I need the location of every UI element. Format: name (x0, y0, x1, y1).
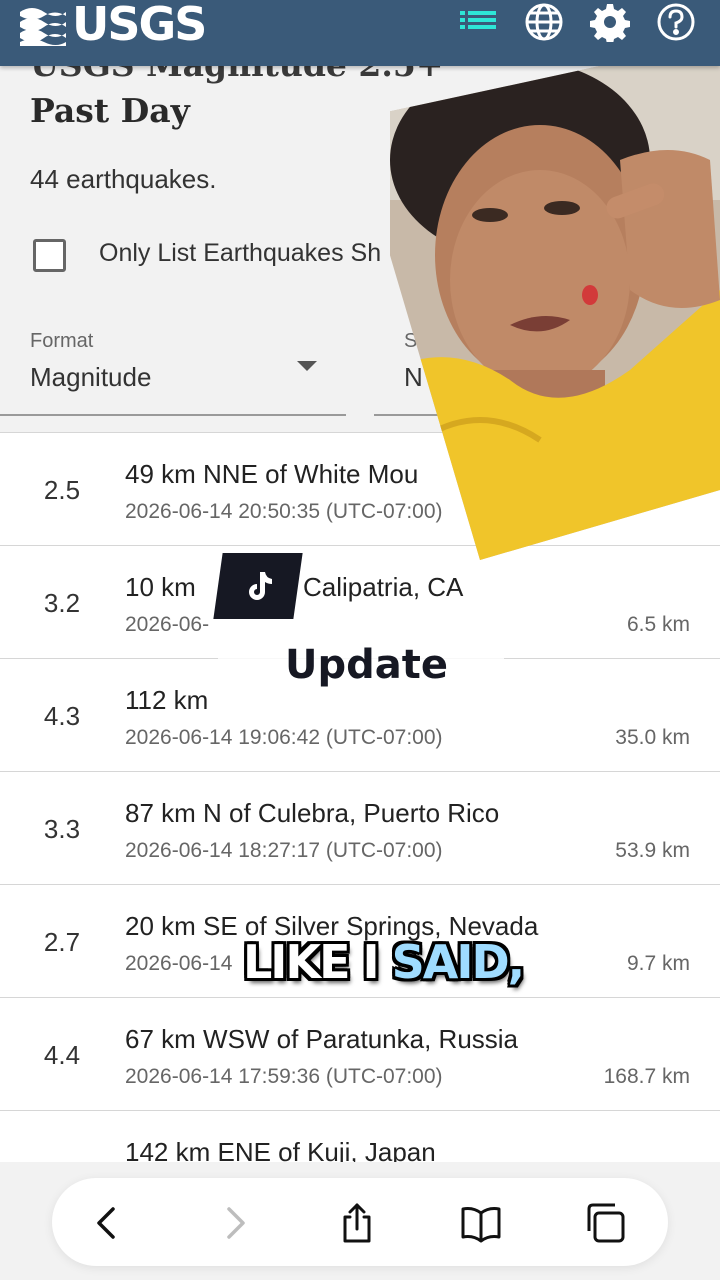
format-underline (0, 414, 346, 416)
tabs-icon[interactable] (582, 1200, 628, 1246)
earthquake-depth: 168.7 km (603, 1065, 690, 1088)
back-icon[interactable] (84, 1200, 130, 1246)
usgs-logo[interactable]: USGS (18, 0, 207, 52)
video-caption: LIKE I SAID, (243, 935, 526, 989)
earthquake-depth: 6.5 km (626, 613, 690, 636)
browser-toolbar (52, 1178, 668, 1266)
only-list-checkbox-label[interactable]: Only List Earthquakes Sh (99, 239, 381, 268)
earthquake-place: 10 km (125, 572, 196, 602)
sort-select[interactable]: N (404, 362, 423, 393)
earthquake-place: 49 km NNE of White Mou (125, 459, 419, 489)
list-icon[interactable] (456, 0, 500, 44)
format-label: Format (30, 330, 94, 352)
earthquake-magnitude: 3.3 (43, 814, 81, 844)
earthquake-place: 142 km ENE of Kuji, Japan (125, 1137, 436, 1162)
format-select[interactable]: Magnitude (30, 362, 151, 393)
bookmarks-icon[interactable] (458, 1200, 504, 1246)
caption-text-1: LIKE I (243, 935, 392, 989)
page-title-line2: Past Day (30, 91, 190, 130)
share-icon[interactable] (334, 1200, 380, 1246)
earthquake-magnitude: 4.3 (43, 701, 81, 731)
caption-text-2: SAID, (391, 935, 526, 989)
usgs-wave-icon (20, 8, 66, 46)
earthquake-place: 87 km N of Culebra, Puerto Rico (125, 798, 500, 828)
earthquake-depth: 9.7 km (626, 952, 690, 975)
earthquake-time: 2026-06-14 19:06:42 (UTC-07:00) (125, 726, 443, 749)
globe-icon[interactable] (522, 0, 566, 44)
earthquake-place: 112 km (125, 685, 209, 715)
earthquake-magnitude: 4.4 (43, 1040, 81, 1070)
earthquake-time: 2026-06-14 (125, 952, 233, 975)
earthquake-time: 2026-06-14 18:27:17 (UTC-07:00) (125, 839, 443, 862)
forward-icon[interactable] (212, 1200, 258, 1246)
earthquake-depth: 53.9 km (615, 839, 690, 862)
earthquake-magnitude: 2.5 (43, 475, 81, 505)
gear-icon[interactable] (588, 0, 632, 44)
earthquake-magnitude: 2.7 (43, 927, 81, 957)
help-icon[interactable] (654, 0, 698, 44)
usgs-logo-text: USGS (72, 0, 207, 51)
earthquake-time: 2026-06- (125, 613, 210, 636)
earthquake-magnitude: 3.2 (43, 588, 81, 618)
update-label: Update (285, 642, 448, 688)
earthquake-place: 67 km WSW of Paratunka, Russia (125, 1024, 519, 1054)
earthquake-depth: 35.0 km (615, 726, 690, 749)
earthquake-row[interactable]: 3.3 87 km N of Culebra, Puerto Rico 2026… (0, 771, 720, 884)
earthquake-time: 2026-06-14 17:59:36 (UTC-07:00) (125, 1065, 443, 1088)
earthquake-row[interactable]: 142 km ENE of Kuji, Japan (0, 1110, 720, 1162)
earthquake-list: 2.5 49 km NNE of White Mou 2026-06-14 20… (0, 432, 720, 1162)
tiktok-logo-icon (213, 553, 303, 619)
earthquake-place-suffix: Calipatria, CA (303, 572, 464, 602)
earthquake-row[interactable]: 4.4 67 km WSW of Paratunka, Russia 2026-… (0, 997, 720, 1110)
chevron-down-icon[interactable] (297, 361, 317, 371)
earthquake-time: 2026-06-14 20:50:35 (UTC-07:00) (125, 500, 443, 523)
usgs-header: USGS (0, 0, 720, 66)
only-list-checkbox[interactable] (33, 239, 66, 272)
earthquake-count: 44 earthquakes. (30, 164, 217, 194)
